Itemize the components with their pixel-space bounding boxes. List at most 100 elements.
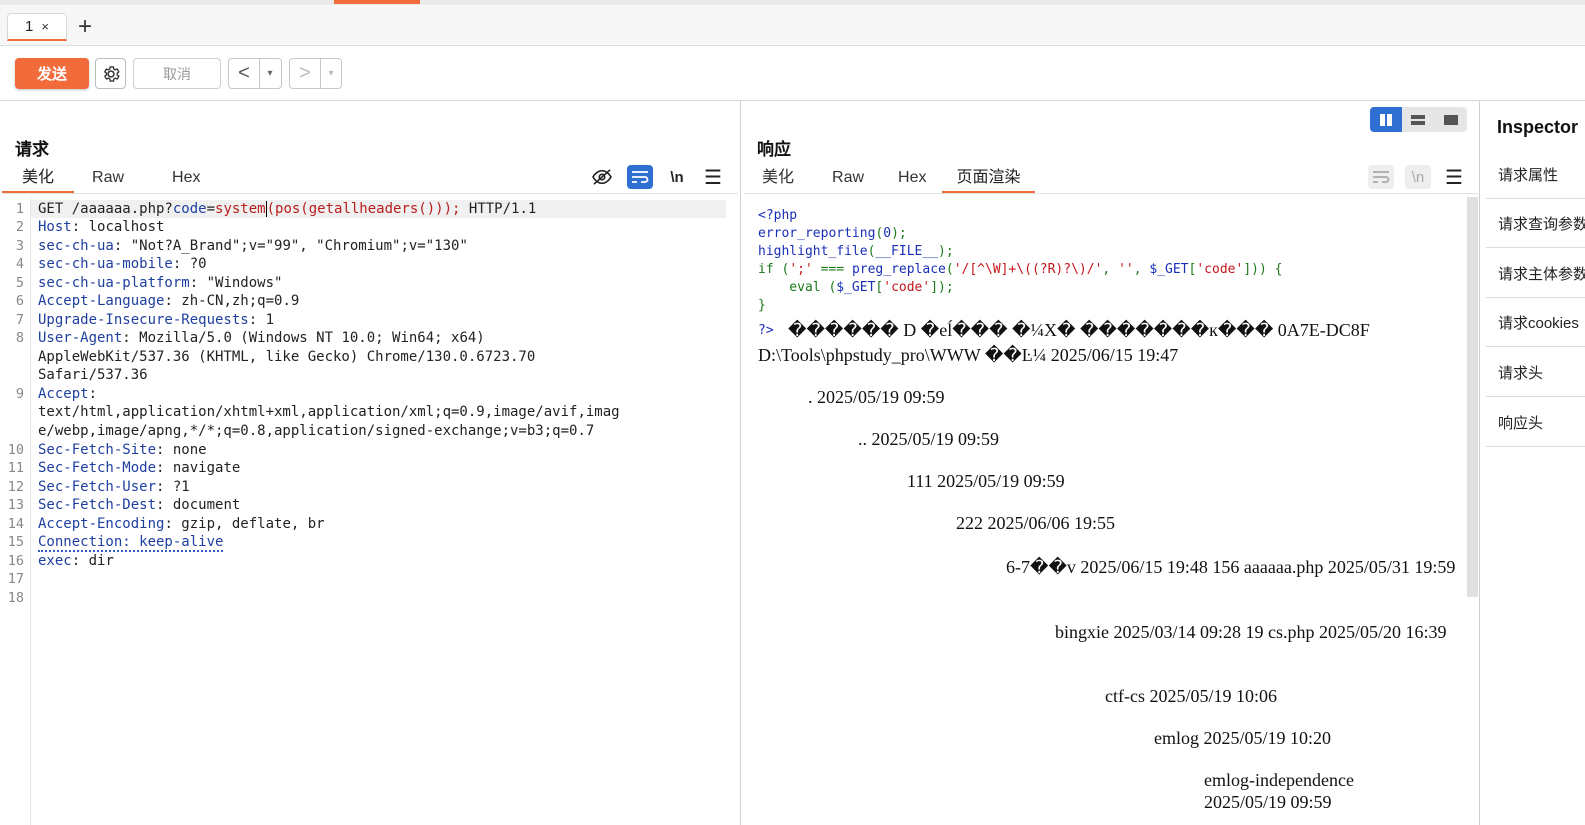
line-number: 3 [15,238,24,254]
show-newlines-icon[interactable]: \n [664,165,690,189]
header-line: Upgrade-Insecure-Requests: 1 [38,312,275,328]
line-number: 9 [15,386,24,402]
header-line: Accept-Encoding: gzip, deflate, br [38,516,325,532]
forward-arrow-icon[interactable]: > [290,62,320,85]
dir-entry: 222 2025/06/06 19:55 [956,513,1116,533]
php-source-line: eval ($_GET['code']); [758,280,954,295]
header-line: Accept-Language: zh-CN,zh;q=0.9 [38,293,300,309]
header-continuation: e/webp,image/apng,*/*;q=0.8,application/… [38,423,595,439]
php-source-line: highlight_file(__FILE__); [758,244,954,259]
single-pane-icon[interactable] [1434,107,1467,132]
tab-render[interactable]: 页面渲染 [942,165,1035,193]
dir-entry: emlog-independence 2025/05/19 09:59 [1204,770,1354,812]
dir-entry: .. 2025/05/19 09:59 [858,429,1000,449]
tabs-divider [2,193,738,194]
top-strip-accent [334,0,420,4]
line-number: 2 [15,219,24,235]
header-continuation: AppleWebKit/537.36 (KHTML, like Gecko) C… [38,349,536,365]
response-view-tabs: 美化 Raw Hex 页面渲染 [744,165,1035,193]
header-line: sec-ch-ua: "Not?A_Brand";v="99", "Chromi… [38,238,468,254]
dir-output-path: D:\Tools\phpstudy_pro\WWW ��Ŀ¼ 2025/06/1… [758,345,1179,365]
show-newlines-icon[interactable]: \n [1405,165,1431,189]
line-number: 17 [7,571,24,587]
close-icon[interactable]: × [41,19,49,34]
dir-entry: 111 2025/05/19 09:59 [907,471,1065,491]
inspector-item-query-params[interactable]: 请求查询参数 [1486,200,1585,248]
inspector-item-request-attributes[interactable]: 请求属性 [1486,151,1585,199]
line-number: 12 [7,479,24,495]
line-number: 16 [7,553,24,569]
cancel-button[interactable]: 取消 [133,58,221,89]
line-number: 8 [15,330,24,346]
back-dropdown-icon[interactable]: ▾ [259,59,280,88]
toolbar: 发送 取消 < ▾ > ▾ [0,46,1585,101]
line-number: 6 [15,293,24,309]
header-continuation: text/html,application/xhtml+xml,applicat… [38,404,620,420]
request-editor[interactable]: 1 2 3 4 5 6 7 8 9 10 11 12 13 14 15 16 1… [0,197,740,825]
php-source-line: error_reporting(0); [758,226,907,241]
request-view-tabs: 美化 Raw Hex [2,165,214,193]
response-title: 响应 [757,140,791,159]
header-line: Host: localhost [38,219,165,235]
line-number: 18 [7,590,24,606]
header-line: exec: dir [38,553,114,569]
split-columns-icon[interactable] [1370,107,1403,132]
line-number: 1 [15,201,24,217]
rendered-response: <?php error_reporting(0); highlight_file… [742,197,1466,825]
dir-output-header: ������ D �eĺ��� �¼X� �������к��� 0A7E-DC… [788,320,1370,340]
tabs-divider [744,193,1478,194]
inspector-item-cookies[interactable]: 请求cookies [1486,299,1585,347]
request-pane: 请求 美化 Raw Hex \n ☰ 1 2 3 4 5 6 7 8 9 10 … [0,101,741,825]
forward-dropdown-icon[interactable]: ▾ [320,59,341,88]
request-title: 请求 [15,140,49,159]
tab-raw[interactable]: Raw [812,165,882,193]
request-tab-bar: 1 × + [0,5,1585,46]
header-line: Accept: [38,386,98,402]
php-source-line: if (';' === preg_replace('/[^\W]+\((?R)?… [758,262,1283,277]
menu-icon[interactable]: ☰ [700,165,726,189]
forward-nav-group: > ▾ [289,58,342,89]
split-rows-icon[interactable] [1402,107,1435,132]
line-number: 13 [7,497,24,513]
header-continuation: Safari/537.36 [38,367,148,383]
tab-label: 1 [25,18,34,35]
tab-hex[interactable]: Hex [882,165,942,193]
back-nav-group: < ▾ [228,58,282,89]
header-line: Sec-Fetch-Mode: navigate [38,460,241,476]
line-number: 14 [7,516,24,532]
wrap-lines-icon[interactable] [1368,165,1394,189]
inspector-item-request-headers[interactable]: 请求头 [1486,349,1585,397]
header-line: Sec-Fetch-Site: none [38,442,207,458]
line-number: 10 [7,442,24,458]
hide-eye-icon[interactable] [589,165,615,189]
inspector-item-body-params[interactable]: 请求主体参数 [1486,250,1585,298]
response-scrollbar[interactable] [1467,197,1478,597]
tab-hex[interactable]: Hex [158,165,214,193]
header-line: sec-ch-ua-platform: "Windows" [38,275,283,291]
dir-entry: ctf-cs 2025/05/19 10:06 [1105,686,1277,706]
tab-raw[interactable]: Raw [74,165,158,193]
tab-pretty[interactable]: 美化 [744,165,812,193]
response-pane: 响应 美化 Raw Hex 页面渲染 \n ☰ <?php error_repo… [742,101,1480,825]
php-source-line: <?php [758,208,798,223]
back-arrow-icon[interactable]: < [229,62,259,85]
menu-icon[interactable]: ☰ [1441,165,1467,189]
tab-pretty[interactable]: 美化 [2,165,75,193]
send-button[interactable]: 发送 [15,58,89,89]
settings-button[interactable] [95,58,126,89]
request-tab-1[interactable]: 1 × [7,13,67,41]
wrap-lines-icon[interactable] [627,165,653,189]
header-line-connection: Connection: keep-alive [38,534,224,552]
gear-icon [103,65,120,82]
line-number: 11 [7,460,24,476]
line-number: 15 [7,534,24,550]
add-tab-icon[interactable]: + [78,15,92,39]
dir-entry: bingxie 2025/03/14 09:28 19 cs.php 2025/… [1055,622,1447,642]
dir-entry: 6-7��v 2025/06/15 19:48 156 aaaaaa.php 2… [1006,557,1456,577]
layout-toggle [1370,107,1467,132]
header-line: sec-ch-ua-mobile: ?0 [38,256,207,272]
inspector-pane: Inspector 请求属性 请求查询参数 请求主体参数 请求cookies 请… [1481,101,1585,825]
header-line: User-Agent: Mozilla/5.0 (Windows NT 10.0… [38,330,485,346]
php-source-line: } [758,298,766,313]
inspector-item-response-headers[interactable]: 响应头 [1486,399,1585,447]
